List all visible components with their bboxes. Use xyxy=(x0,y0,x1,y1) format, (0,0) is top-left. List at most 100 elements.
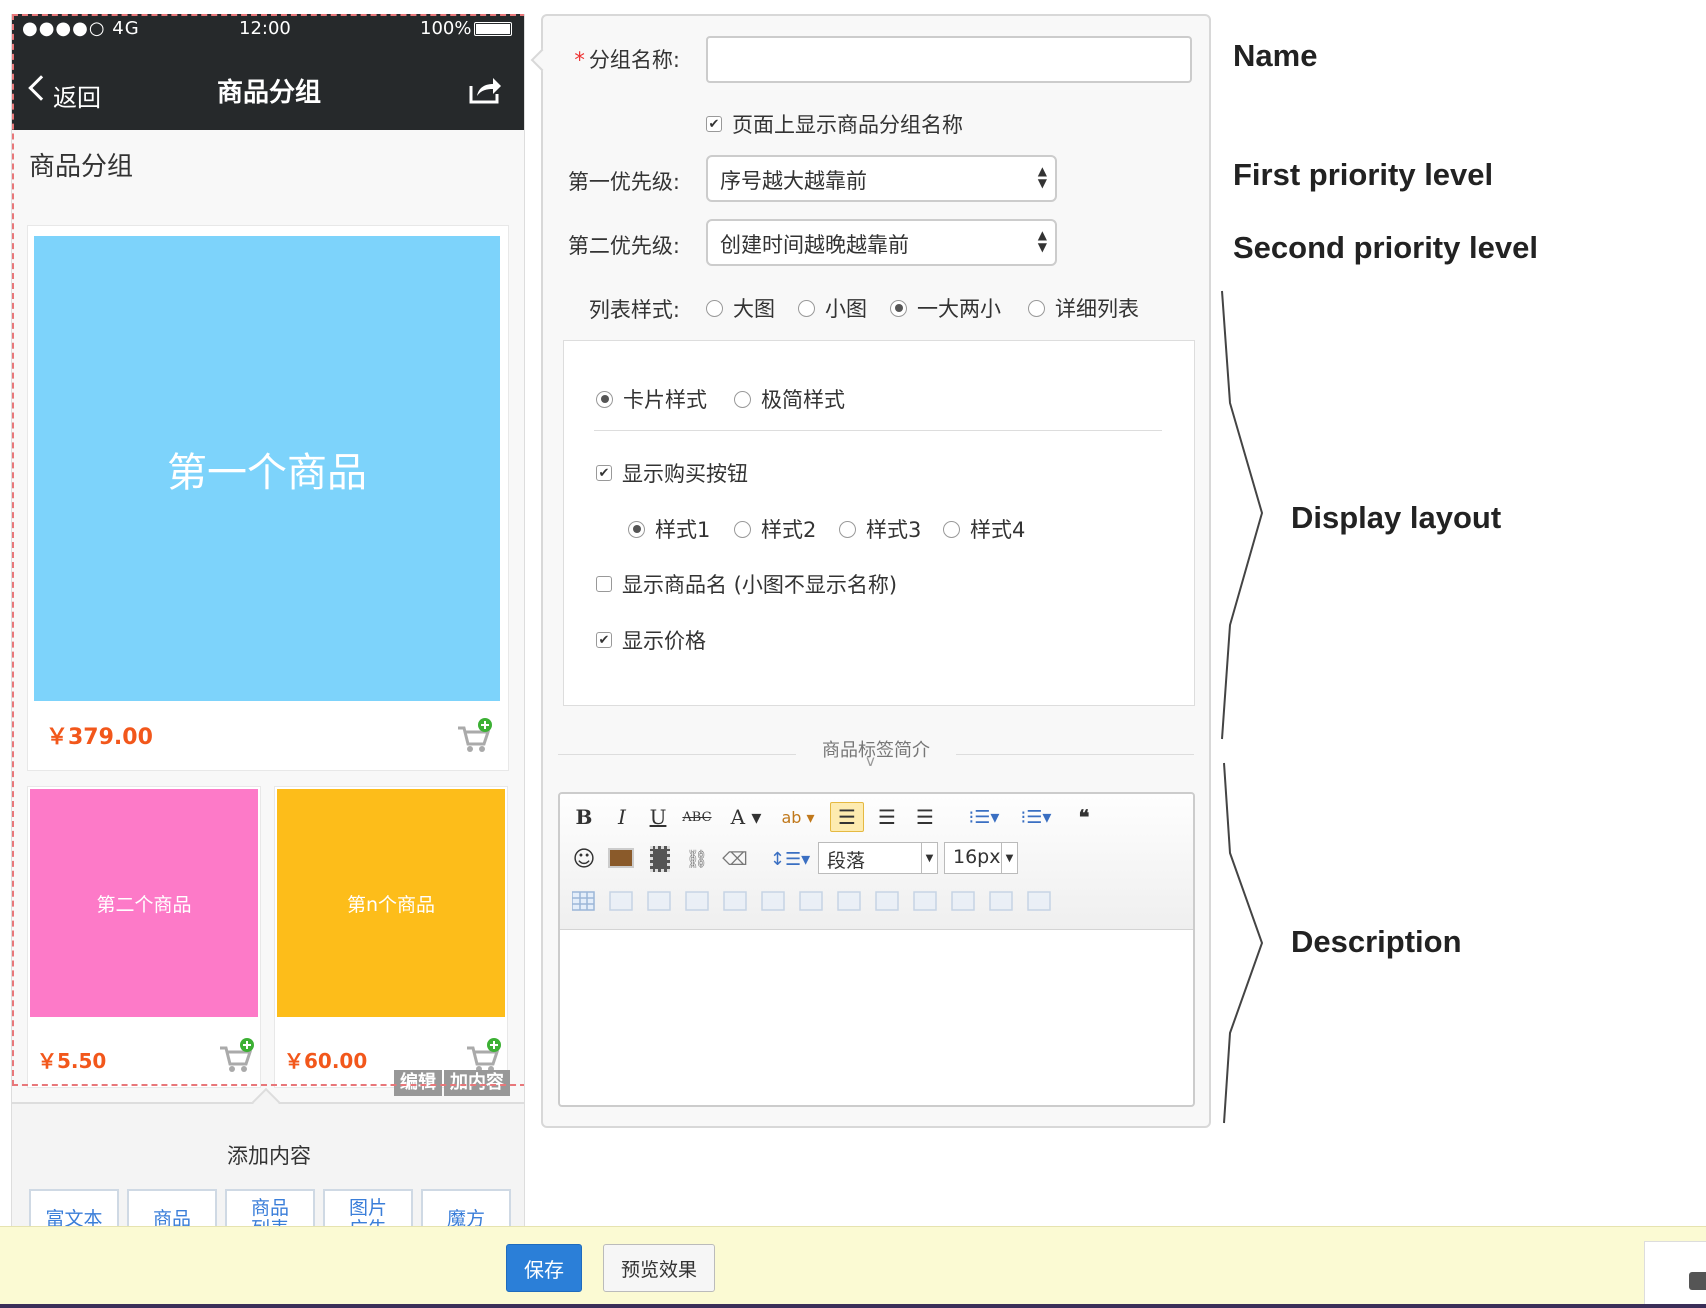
unordered-list-icon[interactable]: ⁝☰▾ xyxy=(964,802,1004,832)
first-priority-label: 第一优先级: xyxy=(567,170,680,194)
add-product-list-button[interactable]: 商品 列表 xyxy=(225,1189,315,1226)
save-button[interactable]: 保存 xyxy=(506,1244,582,1292)
annotation-display-layout: Display layout xyxy=(1291,500,1502,535)
group-name-label-text: 分组名称: xyxy=(588,48,680,72)
second-priority-select[interactable]: 创建时间越晚越靠前 ▲ ▼ xyxy=(706,219,1057,266)
image-icon[interactable] xyxy=(608,848,634,868)
line-height-icon[interactable]: ↕☰▾ xyxy=(770,844,810,874)
product-image: 第n个商品 xyxy=(277,789,505,1017)
button-style-radio-4[interactable]: 样式4 xyxy=(943,514,1025,544)
ordered-list-icon[interactable]: ⁝☰▾ xyxy=(1016,802,1056,832)
preview-button[interactable]: 预览效果 xyxy=(603,1244,715,1292)
required-marker: * xyxy=(574,48,585,72)
edit-button[interactable]: 编辑 xyxy=(394,1070,442,1096)
radio-icon[interactable] xyxy=(706,299,723,317)
checkbox-checked-icon[interactable]: ✔ xyxy=(596,465,612,481)
list-style-radio-detail-list[interactable]: 详细列表 xyxy=(1028,293,1139,323)
phone-status-bar: ●●●●○ 4G 12:00 100% xyxy=(12,14,524,44)
radio-selected-icon[interactable] xyxy=(596,390,613,408)
show-product-name-checkbox[interactable]: 显示商品名 (小图不显示名称) xyxy=(596,569,897,599)
rich-text-editor[interactable]: B I U ABC A ▾ ab ▾ ☰ ☰ ☰ ⁝☰▾ ⁝☰▾ ❝ ☺ ⛓ ⌫… xyxy=(558,792,1195,1107)
font-color-icon[interactable]: A ▾ xyxy=(728,802,764,832)
group-name-input[interactable] xyxy=(706,36,1192,83)
radio-icon[interactable] xyxy=(734,390,751,408)
radio-label: 小图 xyxy=(825,297,867,321)
divider xyxy=(956,754,1194,755)
font-size-select[interactable]: 16px ▼ xyxy=(944,842,1018,874)
paragraph-format-select[interactable]: 段落 ▼ xyxy=(818,842,938,874)
group-heading: 商品分组 xyxy=(29,152,134,182)
divider xyxy=(558,754,796,755)
first-priority-select[interactable]: 序号越大越靠前 ▲ ▼ xyxy=(706,155,1057,202)
strikethrough-icon[interactable]: ABC xyxy=(682,802,712,832)
align-left-icon[interactable]: ☰ xyxy=(830,802,864,832)
list-style-radio-one-large-two-small[interactable]: 一大两小 xyxy=(890,293,1001,323)
radio-label: 卡片样式 xyxy=(623,388,707,412)
bold-icon[interactable]: B xyxy=(572,802,596,832)
module-actions: 编辑 加内容 xyxy=(394,1070,510,1096)
card-style-radio[interactable]: 卡片样式 xyxy=(596,384,707,414)
button-style-radio-3[interactable]: 样式3 xyxy=(839,514,921,544)
share-icon[interactable] xyxy=(467,74,503,106)
product-image: 第二个商品 xyxy=(30,789,258,1017)
button-style-radio-1[interactable]: 样式1 xyxy=(628,514,710,544)
italic-icon[interactable]: I xyxy=(610,802,634,832)
list-style-radio-small[interactable]: 小图 xyxy=(798,293,867,323)
underline-icon[interactable]: U xyxy=(646,802,670,832)
radio-icon[interactable] xyxy=(943,520,960,538)
radio-selected-icon[interactable] xyxy=(890,299,907,317)
show-buy-button-checkbox[interactable]: ✔ 显示购买按钮 xyxy=(596,458,748,488)
video-icon[interactable] xyxy=(650,846,670,872)
add-to-cart-icon[interactable] xyxy=(218,1038,254,1074)
radio-selected-icon[interactable] xyxy=(628,520,645,538)
radio-label: 样式1 xyxy=(655,518,711,542)
product-card-small[interactable]: 第二个商品 ￥5.50 xyxy=(27,786,261,1088)
add-to-cart-icon[interactable] xyxy=(465,1038,501,1074)
radio-icon[interactable] xyxy=(839,520,856,538)
emoji-icon[interactable]: ☺ xyxy=(570,844,598,874)
add-magic-cube-button[interactable]: 魔方 xyxy=(421,1189,511,1226)
add-image-ad-button[interactable]: 图片 广告 xyxy=(323,1189,413,1226)
list-style-radio-large[interactable]: 大图 xyxy=(706,293,775,323)
eraser-icon[interactable]: ⌫ xyxy=(720,844,750,874)
battery-percent: 100% xyxy=(420,18,472,39)
radio-label: 大图 xyxy=(733,297,775,321)
editor-content-area[interactable] xyxy=(560,930,1193,1105)
show-group-name-checkbox[interactable]: ✔ 页面上显示商品分组名称 xyxy=(706,109,963,139)
dropdown-arrow-icon: ▼ xyxy=(921,843,937,873)
radio-icon[interactable] xyxy=(798,299,815,317)
help-widget[interactable] xyxy=(1644,1241,1706,1308)
checkbox-checked-icon[interactable]: ✔ xyxy=(596,632,612,648)
minimal-style-radio[interactable]: 极简样式 xyxy=(734,384,845,414)
link-icon[interactable]: ⛓ xyxy=(682,844,712,874)
product-price: ￥379.00 xyxy=(46,725,153,750)
product-card-large[interactable]: 第一个商品 ￥379.00 xyxy=(27,225,509,771)
blockquote-icon[interactable]: ❝ xyxy=(1070,802,1098,832)
checkbox-checked-icon[interactable]: ✔ xyxy=(706,116,722,132)
table-tools-icons[interactable] xyxy=(572,888,1172,914)
collapse-chevron-icon[interactable]: v xyxy=(866,752,875,770)
add-rich-text-button[interactable]: 富文本 xyxy=(29,1189,119,1226)
add-content-tag-button[interactable]: 加内容 xyxy=(444,1070,510,1096)
radio-icon[interactable] xyxy=(1028,299,1045,317)
bottom-action-bar: 保存 预览效果 xyxy=(0,1226,1706,1308)
add-to-cart-icon[interactable] xyxy=(456,718,492,754)
chat-icon[interactable] xyxy=(1689,1272,1706,1290)
add-content-panel: 添加内容 富文本 商品 商品 列表 图片 广告 魔方 xyxy=(12,1087,524,1226)
button-style-radio-2[interactable]: 样式2 xyxy=(734,514,816,544)
product-card-small[interactable]: 第n个商品 ￥60.00 xyxy=(274,786,508,1088)
phone-nav-bar: 返回 商品分组 xyxy=(12,44,524,130)
annotation-braces xyxy=(1221,290,1264,1124)
group-name-label: * 分组名称: xyxy=(530,44,680,74)
radio-icon[interactable] xyxy=(734,520,751,538)
phone-preview: ●●●●○ 4G 12:00 100% 返回 商品分组 商品分组 第一个商品 ￥… xyxy=(11,14,525,1226)
align-center-icon[interactable]: ☰ xyxy=(872,802,902,832)
checkbox-label: 显示价格 xyxy=(622,629,706,653)
show-price-checkbox[interactable]: ✔ 显示价格 xyxy=(596,625,706,655)
panel-pointer xyxy=(251,1087,281,1117)
add-product-button[interactable]: 商品 xyxy=(127,1189,217,1226)
add-content-label: 添加内容 xyxy=(227,1144,311,1168)
align-right-icon[interactable]: ☰ xyxy=(910,802,940,832)
highlight-color-icon[interactable]: ab ▾ xyxy=(778,802,818,832)
checkbox-unchecked-icon[interactable] xyxy=(596,576,612,592)
